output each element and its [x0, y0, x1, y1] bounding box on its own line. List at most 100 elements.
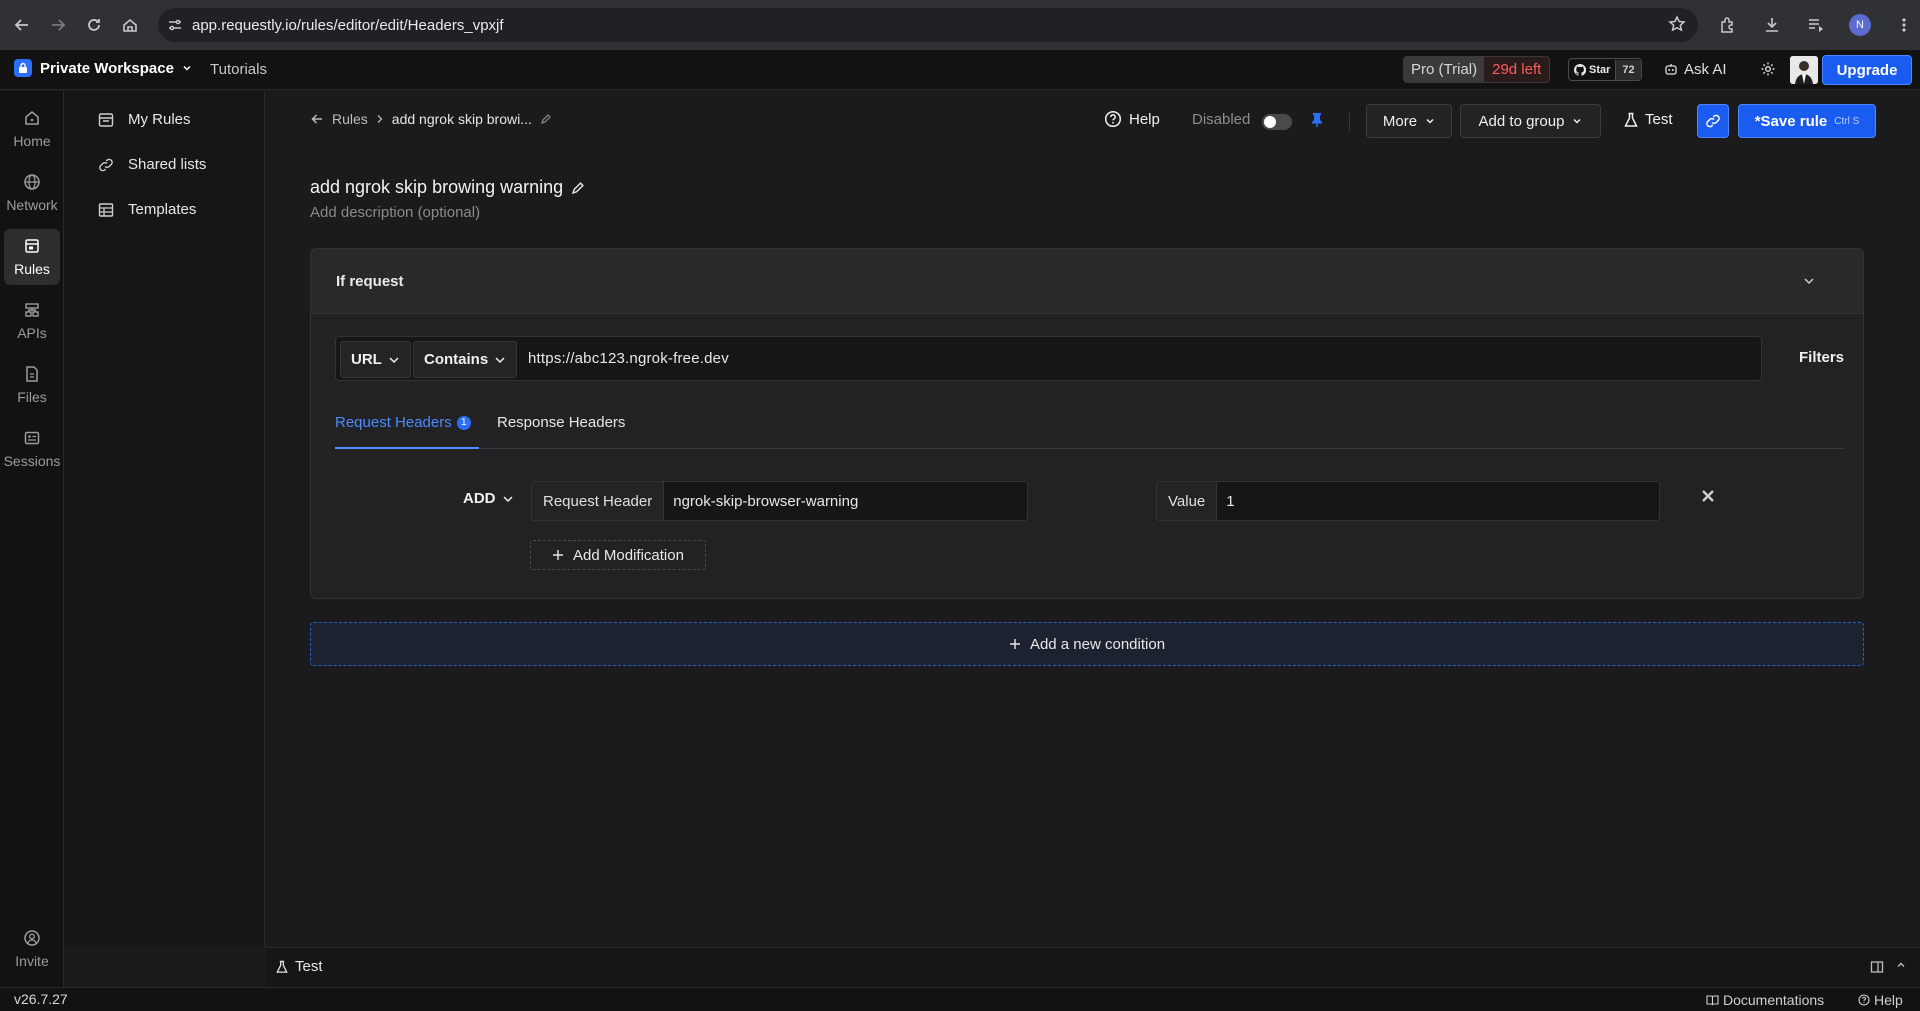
breadcrumb-current: add ngrok skip browi... — [391, 111, 532, 127]
breadcrumb-rules-link[interactable]: Rules — [332, 111, 368, 127]
operator-value: Contains — [424, 351, 489, 368]
rail-label-home: Home — [13, 133, 51, 149]
rail-item-files[interactable]: Files — [4, 357, 60, 413]
expand-chevron-up-icon[interactable] — [1896, 960, 1906, 970]
url-condition-row: URL Contains https://abc123.ngrok-free.d… — [335, 336, 1762, 381]
header-name-label: Request Header — [532, 482, 665, 520]
source-key-value: URL — [351, 351, 382, 368]
workspace-switcher[interactable]: Private Workspace — [14, 59, 192, 77]
tab-request-headers[interactable]: Request Headers 1 — [335, 414, 471, 431]
pencil-icon[interactable] — [540, 113, 552, 125]
remove-modification-close-icon[interactable] — [1701, 489, 1715, 503]
help-label: Help — [1129, 110, 1160, 128]
sidebar-item-my-rules[interactable]: My Rules — [98, 111, 191, 128]
test-button[interactable]: Test — [1624, 111, 1673, 128]
question-circle-icon — [1858, 994, 1870, 1006]
media-queue-icon[interactable] — [1798, 7, 1834, 43]
app-header: Private Workspace Tutorials Pro (Trial) … — [0, 50, 1920, 90]
tab-response-headers[interactable]: Response Headers — [497, 414, 625, 431]
toolbar-divider — [1349, 113, 1350, 131]
header-name-input[interactable]: ngrok-skip-browser-warning — [664, 493, 858, 510]
source-key-dropdown[interactable]: URL — [340, 341, 411, 378]
save-rule-button[interactable]: *Save rule Ctrl S — [1738, 104, 1876, 138]
chevron-down-icon — [388, 354, 400, 366]
edit-pencil-icon[interactable] — [571, 181, 585, 195]
sidebar-item-shared-lists[interactable]: Shared lists — [98, 156, 206, 173]
rule-title[interactable]: add ngrok skip browing warning — [310, 177, 585, 198]
header-value-input[interactable]: 1 — [1217, 493, 1234, 510]
modification-action-dropdown[interactable]: ADD — [463, 490, 514, 507]
modification-action-value: ADD — [463, 490, 496, 507]
rule-editor: Rules add ngrok skip browi... Help Disab… — [266, 91, 1920, 947]
test-panel-bar[interactable]: Test — [266, 947, 1920, 987]
collapse-chevron-icon[interactable] — [1803, 275, 1815, 287]
session-recording-icon — [23, 429, 41, 447]
sidebar-item-templates[interactable]: Templates — [98, 201, 196, 218]
rail-item-network[interactable]: Network — [4, 165, 60, 221]
address-bar[interactable]: app.requestly.io/rules/editor/edit/Heade… — [158, 8, 1698, 42]
rail-item-apis[interactable]: APIs — [4, 293, 60, 349]
add-modification-button[interactable]: Add Modification — [530, 540, 706, 570]
documentation-link[interactable]: Documentations — [1706, 992, 1824, 1008]
rule-description-input[interactable]: Add description (optional) — [310, 204, 480, 221]
footer-help-link[interactable]: Help — [1858, 992, 1903, 1008]
split-view-icon[interactable] — [1870, 960, 1884, 974]
table-icon — [98, 202, 114, 218]
header-value-field[interactable]: Value 1 — [1156, 481, 1660, 521]
rail-item-sessions[interactable]: Sessions — [4, 421, 60, 477]
tab-request-headers-label: Request Headers — [335, 414, 452, 431]
github-star-count: 72 — [1615, 59, 1641, 80]
back-icon[interactable] — [4, 7, 40, 43]
site-settings-icon[interactable] — [158, 17, 192, 33]
rail-label-network: Network — [6, 197, 58, 213]
add-new-condition-button[interactable]: Add a new condition — [310, 622, 1864, 666]
add-to-group-label: Add to group — [1478, 112, 1565, 130]
chevron-down-icon — [494, 354, 506, 366]
forward-icon[interactable] — [40, 7, 76, 43]
sidebar-label-my-rules: My Rules — [128, 111, 191, 128]
add-to-group-button[interactable]: Add to group — [1460, 104, 1601, 138]
tutorials-link[interactable]: Tutorials — [210, 61, 267, 78]
reload-icon[interactable] — [76, 7, 112, 43]
filters-button[interactable]: Filters — [1799, 349, 1844, 366]
add-modification-label: Add Modification — [573, 546, 684, 564]
extensions-icon[interactable] — [1710, 7, 1746, 43]
address-url[interactable]: app.requestly.io/rules/editor/edit/Heade… — [192, 17, 504, 34]
globe-icon — [23, 173, 41, 191]
active-tab-indicator — [335, 447, 479, 449]
rule-status-label: Disabled — [1192, 111, 1251, 128]
home-icon[interactable] — [112, 7, 148, 43]
browser-menu-icon[interactable] — [1886, 7, 1920, 43]
operator-dropdown[interactable]: Contains — [413, 341, 518, 378]
more-button[interactable]: More — [1366, 104, 1452, 138]
download-icon[interactable] — [1754, 7, 1790, 43]
header-type-tabs: Request Headers 1 Response Headers — [335, 409, 1844, 449]
condition-card-header[interactable]: If request — [311, 249, 1863, 314]
bookmark-star-icon[interactable] — [1668, 15, 1686, 33]
share-rule-button[interactable] — [1697, 104, 1729, 138]
url-value-input[interactable]: https://abc123.ngrok-free.dev — [528, 350, 729, 367]
github-star-button[interactable]: Star 72 — [1568, 58, 1642, 81]
ask-ai-button[interactable]: Ask AI — [1664, 61, 1727, 78]
rail-item-home[interactable]: Home — [4, 101, 60, 157]
rail-item-rules[interactable]: Rules — [4, 229, 60, 285]
arrow-left-icon[interactable] — [310, 112, 324, 126]
upgrade-button[interactable]: Upgrade — [1822, 55, 1912, 85]
help-button[interactable]: Help — [1104, 110, 1160, 128]
plan-badge[interactable]: Pro (Trial) 29d left — [1403, 56, 1551, 83]
user-avatar[interactable] — [1790, 56, 1818, 84]
plus-icon — [552, 549, 564, 561]
profile-avatar[interactable]: N — [1842, 7, 1878, 43]
rail-item-invite[interactable]: Invite — [4, 921, 60, 977]
header-name-field[interactable]: Request Header ngrok-skip-browser-warnin… — [531, 481, 1028, 521]
gear-icon[interactable] — [1760, 61, 1776, 77]
test-panel-toggle[interactable]: Test — [276, 958, 323, 975]
rail-label-files: Files — [17, 389, 47, 405]
documentation-label: Documentations — [1723, 992, 1825, 1008]
status-footer: v26.7.27 Documentations Help — [0, 987, 1920, 1011]
test-label: Test — [1645, 111, 1673, 128]
rule-status-toggle[interactable] — [1262, 114, 1292, 130]
plan-name: Pro (Trial) — [1404, 57, 1485, 82]
pin-icon[interactable] — [1310, 112, 1324, 128]
condition-card: If request URL Contains https://abc123.n… — [310, 248, 1864, 599]
